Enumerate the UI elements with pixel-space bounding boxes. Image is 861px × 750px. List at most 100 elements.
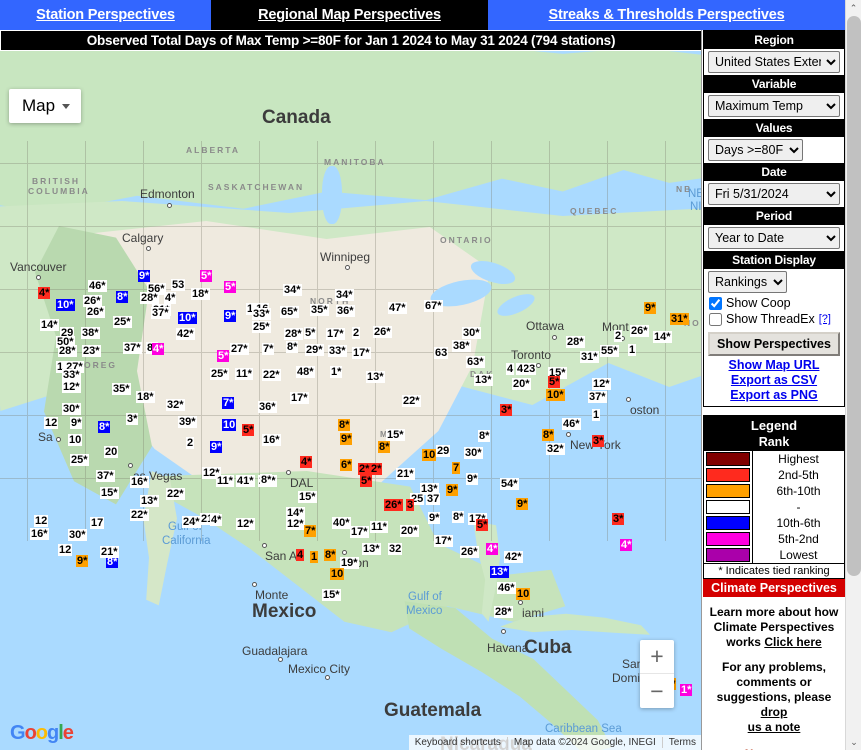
- station-marker[interactable]: 11*: [235, 368, 253, 380]
- station-marker[interactable]: 7*: [222, 397, 235, 409]
- station-marker[interactable]: 25*: [210, 368, 229, 380]
- show-threadex-checkbox[interactable]: [709, 312, 722, 326]
- station-marker[interactable]: 29: [436, 445, 451, 457]
- station-marker[interactable]: 4*: [300, 456, 313, 468]
- station-marker[interactable]: 4: [296, 549, 305, 561]
- station-marker[interactable]: 9*: [428, 512, 441, 524]
- station-marker[interactable]: 17: [90, 517, 105, 529]
- station-marker[interactable]: 26*: [460, 546, 479, 558]
- station-marker[interactable]: 34*: [335, 289, 354, 301]
- station-marker[interactable]: 32: [388, 543, 403, 555]
- station-marker[interactable]: 37*: [123, 342, 142, 354]
- station-marker[interactable]: 13*: [366, 371, 385, 383]
- station-marker[interactable]: 12*: [286, 518, 305, 530]
- export-as-png-link[interactable]: Export as PNG: [730, 388, 818, 402]
- station-marker[interactable]: 25*: [252, 321, 271, 333]
- drop-us-a-note-link-part2[interactable]: us a note: [748, 720, 801, 734]
- station-marker[interactable]: 5*: [200, 270, 213, 282]
- station-marker[interactable]: 14*: [286, 507, 305, 519]
- station-marker[interactable]: 12*: [62, 381, 81, 393]
- keyboard-shortcuts-link[interactable]: Keyboard shortcuts: [409, 737, 507, 748]
- station-marker[interactable]: 21*: [100, 546, 119, 558]
- station-marker[interactable]: 10*: [546, 389, 565, 401]
- station-marker[interactable]: 9*: [70, 417, 83, 429]
- show-perspectives-button[interactable]: Show Perspectives: [708, 332, 840, 356]
- tab-regional-map-perspectives[interactable]: Regional Map Perspectives: [211, 0, 488, 30]
- station-marker[interactable]: 37*: [151, 307, 170, 319]
- station-marker[interactable]: 12: [58, 544, 73, 556]
- click-here-link[interactable]: Click here: [764, 635, 821, 649]
- station-marker[interactable]: 10: [68, 434, 83, 446]
- scrollbar-thumb[interactable]: [847, 16, 861, 576]
- station-marker[interactable]: 28*: [494, 606, 513, 618]
- station-marker[interactable]: 9*: [644, 302, 657, 314]
- station-marker[interactable]: 10: [516, 588, 531, 600]
- station-marker[interactable]: 3: [406, 499, 415, 511]
- station-marker[interactable]: 23: [522, 363, 537, 375]
- station-marker[interactable]: 8*: [338, 419, 351, 431]
- terms-link[interactable]: Terms: [661, 737, 701, 748]
- station-marker[interactable]: 20*: [400, 525, 419, 537]
- zoom-out-button[interactable]: −: [640, 674, 674, 708]
- station-marker[interactable]: 14*: [653, 331, 672, 343]
- station-marker[interactable]: 8*: [324, 549, 337, 561]
- station-marker[interactable]: 7*: [304, 525, 317, 537]
- station-marker[interactable]: 17*: [290, 392, 309, 404]
- station-marker[interactable]: 1*: [330, 366, 343, 378]
- station-marker[interactable]: 10*: [56, 299, 75, 311]
- station-marker[interactable]: 25*: [113, 316, 132, 328]
- station-marker[interactable]: 37*: [588, 391, 607, 403]
- station-marker[interactable]: 10: [330, 568, 345, 580]
- station-marker[interactable]: 4*: [164, 292, 177, 304]
- station-marker[interactable]: 10*: [178, 312, 197, 324]
- station-marker[interactable]: 9*: [224, 310, 237, 322]
- station-marker[interactable]: 26*: [86, 306, 105, 318]
- station-marker[interactable]: 32*: [166, 399, 185, 411]
- station-marker[interactable]: 4: [516, 363, 525, 375]
- station-marker[interactable]: 22*: [262, 369, 281, 381]
- station-marker[interactable]: 26*: [373, 326, 392, 338]
- show-map-url-link[interactable]: Show Map URL: [729, 358, 820, 372]
- station-marker[interactable]: 13*: [140, 495, 159, 507]
- station-marker[interactable]: 9*: [138, 270, 151, 282]
- date-select[interactable]: Fri 5/31/2024: [708, 183, 840, 205]
- station-marker[interactable]: 4: [506, 363, 515, 375]
- station-marker[interactable]: 2*: [370, 463, 383, 475]
- station-marker[interactable]: 1: [592, 409, 601, 421]
- station-marker[interactable]: 23*: [82, 345, 101, 357]
- station-marker[interactable]: 17*: [350, 526, 369, 538]
- station-marker[interactable]: 8*: [116, 291, 129, 303]
- station-marker[interactable]: 63: [434, 347, 449, 359]
- station-marker[interactable]: 31*: [580, 351, 599, 363]
- station-marker[interactable]: 48*: [296, 366, 315, 378]
- station-marker[interactable]: 28*: [140, 292, 159, 304]
- station-marker[interactable]: 20: [104, 446, 119, 458]
- station-marker[interactable]: 28*: [58, 345, 77, 357]
- station-marker[interactable]: 17*: [326, 328, 345, 340]
- station-marker[interactable]: 36*: [336, 305, 355, 317]
- station-marker[interactable]: 42*: [176, 328, 195, 340]
- station-marker[interactable]: 31*: [670, 313, 689, 325]
- station-marker[interactable]: 5*: [360, 475, 373, 487]
- station-marker[interactable]: 5*: [224, 281, 237, 293]
- station-marker[interactable]: 1*: [680, 684, 693, 696]
- station-marker[interactable]: 28*: [566, 336, 585, 348]
- station-marker[interactable]: 4*: [486, 543, 499, 555]
- station-marker[interactable]: 13*: [474, 374, 493, 386]
- station-marker[interactable]: 14*: [40, 319, 59, 331]
- station-marker[interactable]: 5*: [476, 519, 489, 531]
- station-marker[interactable]: 5*: [548, 376, 561, 388]
- station-marker[interactable]: 15*: [298, 491, 317, 503]
- station-marker[interactable]: 63*: [466, 356, 485, 368]
- station-marker[interactable]: 16*: [130, 476, 149, 488]
- station-marker[interactable]: 30*: [68, 529, 87, 541]
- station-marker[interactable]: 17*: [434, 535, 453, 547]
- station-marker[interactable]: 27*: [230, 343, 249, 355]
- station-marker[interactable]: 2: [352, 327, 361, 339]
- station-marker[interactable]: 28*: [284, 328, 303, 340]
- tab-station-perspectives[interactable]: Station Perspectives: [0, 0, 211, 30]
- station-marker[interactable]: 65*: [280, 306, 299, 318]
- station-marker[interactable]: 18*: [136, 391, 155, 403]
- export-as-csv-link[interactable]: Export as CSV: [731, 373, 817, 387]
- station-marker[interactable]: 39*: [178, 416, 197, 428]
